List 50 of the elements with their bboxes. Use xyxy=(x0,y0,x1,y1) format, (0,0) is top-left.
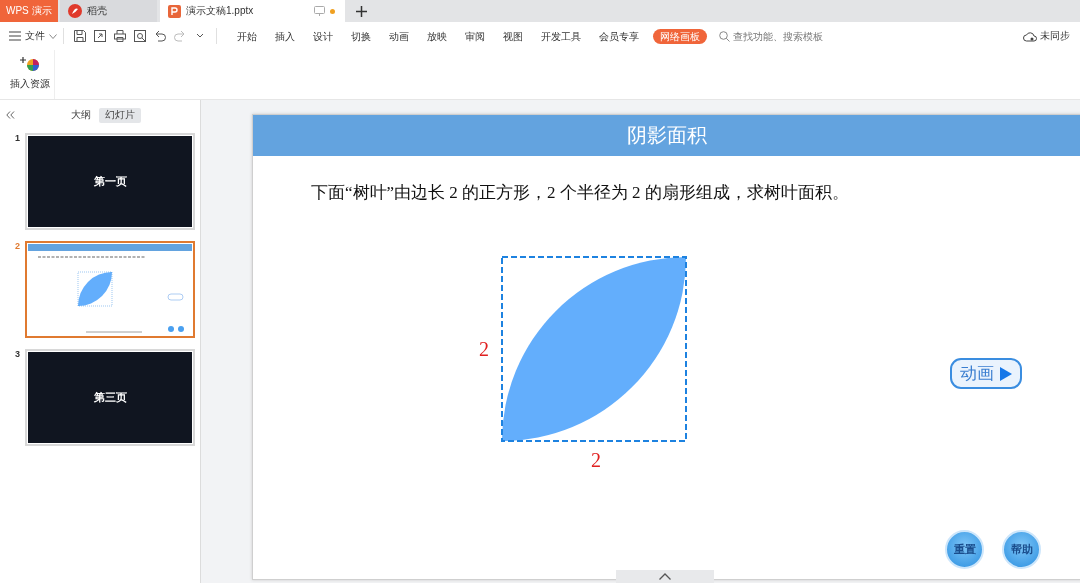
print-preview-icon[interactable] xyxy=(133,29,147,43)
presentation-file-icon xyxy=(168,4,181,18)
slide-thumbnail[interactable]: 第三页 xyxy=(25,349,195,446)
slide-number: 2 xyxy=(14,241,21,251)
undo-icon[interactable] xyxy=(153,29,167,43)
slide-number: 1 xyxy=(14,133,21,143)
cloud-icon xyxy=(1023,30,1037,42)
ribbon-tab[interactable]: 动画 xyxy=(385,28,413,44)
ribbon-tab[interactable]: 切换 xyxy=(347,28,375,44)
chevron-up-icon xyxy=(659,573,671,580)
round-button[interactable]: 帮助 xyxy=(1002,530,1041,569)
add-tab-icon xyxy=(356,5,367,17)
monitor-icon xyxy=(314,6,325,16)
collapse-icon xyxy=(6,111,15,119)
ribbon-tab[interactable]: 开发工具 xyxy=(537,28,585,44)
chevron-down-icon xyxy=(49,33,57,39)
play-icon xyxy=(1000,366,1012,381)
app-tab[interactable]: 稻壳 xyxy=(60,0,157,22)
ribbon-tab[interactable]: 视图 xyxy=(499,28,527,44)
question-text: 下面“树叶”由边长 2 的正方形，2 个半径为 2 的扇形组成，求树叶面积。 xyxy=(311,182,850,204)
ribbon-tab[interactable]: 审阅 xyxy=(461,28,489,44)
view-tab[interactable]: 幻灯片 xyxy=(99,107,141,123)
side-length-label: 2 xyxy=(591,449,601,472)
file-menu[interactable]: 文件 xyxy=(9,29,57,43)
ribbon-tab[interactable]: 放映 xyxy=(423,28,451,44)
export-icon[interactable] xyxy=(93,29,107,43)
colorful-plus-icon xyxy=(20,56,40,72)
ribbon-tab[interactable]: 设计 xyxy=(309,28,337,44)
menu-icon xyxy=(9,31,21,41)
app-tab[interactable]: 演示文稿1.pptx xyxy=(160,0,345,22)
ribbon-tab[interactable]: 会员专享 xyxy=(595,28,643,44)
search-icon xyxy=(719,30,730,42)
side-length-label: 2 xyxy=(479,337,489,361)
round-button[interactable]: 重置 xyxy=(945,530,984,569)
docer-logo-icon xyxy=(68,4,82,18)
slide-title: 第三页 xyxy=(93,390,127,405)
insert-resource-button[interactable]: 插入资源 xyxy=(8,50,55,99)
view-tab[interactable]: 大纲 xyxy=(65,107,97,123)
animation-button[interactable]: 动画 xyxy=(950,358,1022,389)
slide-number: 3 xyxy=(14,349,21,359)
slide-thumbnail[interactable]: 第一页 xyxy=(25,133,195,230)
save-icon[interactable] xyxy=(73,29,87,43)
slide-title: 第一页 xyxy=(93,174,127,189)
unsaved-dot xyxy=(330,8,335,14)
ribbon-tab[interactable]: 插入 xyxy=(271,28,299,44)
slide-title: 阴影面积 xyxy=(627,123,707,148)
sync-button[interactable]: 未同步 xyxy=(1023,29,1070,43)
search-field[interactable]: 查找功能、搜索模板 xyxy=(719,30,843,42)
ribbon-tab[interactable]: 开始 xyxy=(233,28,261,44)
print-icon[interactable] xyxy=(113,29,127,43)
